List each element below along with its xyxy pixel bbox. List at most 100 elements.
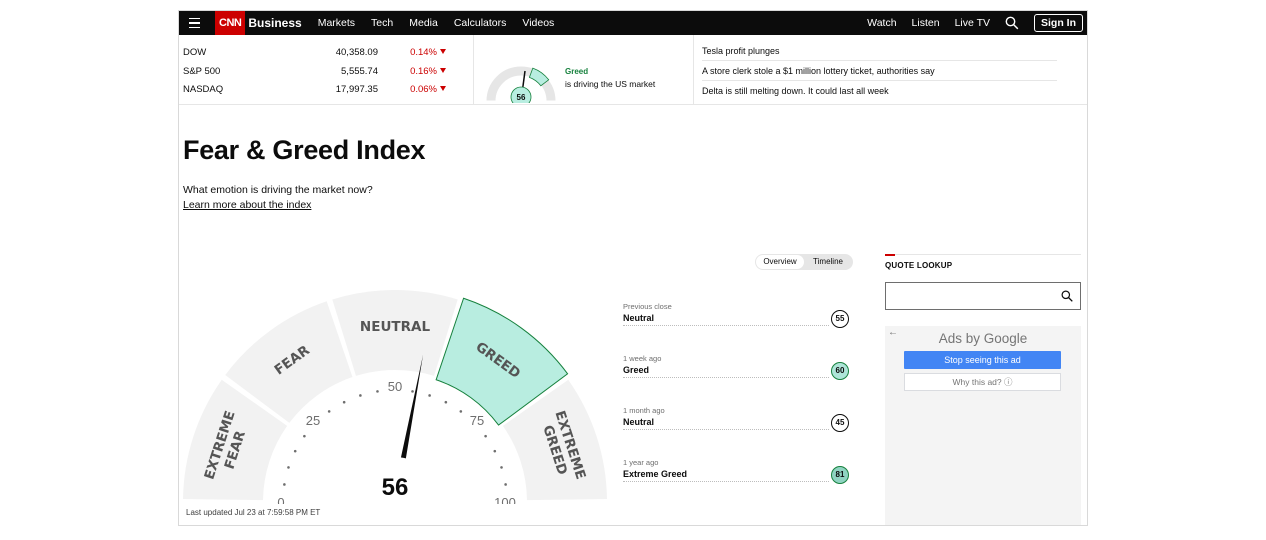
market-name: DOW <box>183 46 207 58</box>
history-label: 1 week ago <box>623 354 662 363</box>
history-rating: Greed <box>623 365 650 375</box>
ads-by-google: Ads by Google <box>938 331 1028 346</box>
dotted-leader <box>623 325 829 326</box>
gauge-tick-dot <box>459 410 463 413</box>
mini-gauge-value: 56 <box>517 93 526 102</box>
toggle-overview[interactable]: Overview <box>756 255 804 269</box>
nav-link-videos[interactable]: Videos <box>522 17 554 29</box>
headline-link[interactable]: Tesla profit plunges <box>702 41 1057 61</box>
down-arrow-icon <box>440 86 446 92</box>
gauge-segment-label: NEUTRAL <box>360 319 431 335</box>
market-row-nasdaq[interactable]: NASDAQ 17,997.35 0.06% <box>183 80 453 98</box>
history-label: Previous close <box>623 302 672 311</box>
gauge-tick-dot <box>287 466 290 469</box>
stop-seeing-ad-button[interactable]: Stop seeing this ad <box>904 351 1061 369</box>
gauge-tick-dot <box>359 394 362 397</box>
gauge-tick-label: 25 <box>306 413 320 428</box>
nav-link-calculators[interactable]: Calculators <box>454 17 507 29</box>
down-arrow-icon <box>440 49 446 55</box>
nav-link-markets[interactable]: Markets <box>318 17 355 29</box>
history-item: 1 week ago Greed 60 <box>623 354 853 384</box>
history-label: 1 month ago <box>623 406 665 415</box>
toggle-timeline[interactable]: Timeline <box>804 255 852 269</box>
divider <box>693 35 694 105</box>
divider <box>895 254 1081 255</box>
market-row-sp500[interactable]: S&P 500 5,555.74 0.16% <box>183 62 453 80</box>
headline-link[interactable]: A store clerk stole a $1 million lottery… <box>702 61 1057 81</box>
dotted-leader <box>623 429 829 430</box>
mini-fear-greed-gauge[interactable]: 56 <box>483 51 559 103</box>
history-rating: Neutral <box>623 417 655 427</box>
gauge-segment-label-line: NEUTRAL <box>360 319 431 335</box>
page-frame: CNN Business Markets Tech Media Calculat… <box>178 10 1088 526</box>
market-change: 0.16% <box>378 66 446 77</box>
history-value-badge: 55 <box>831 310 849 328</box>
history-value-badge: 81 <box>831 466 849 484</box>
section-title[interactable]: Business <box>248 16 301 30</box>
sign-in-button[interactable]: Sign In <box>1034 14 1083 32</box>
search-icon[interactable] <box>1061 290 1073 302</box>
history-rating: Extreme Greed <box>623 469 688 479</box>
gauge-tick-label: 75 <box>470 413 484 428</box>
market-change: 0.06% <box>378 84 446 95</box>
market-name: NASDAQ <box>183 83 224 95</box>
gauge-tick-dot <box>293 449 297 453</box>
learn-more-link[interactable]: Learn more about the index <box>183 199 311 211</box>
market-row-dow[interactable]: DOW 40,358.09 0.14% <box>183 43 453 61</box>
market-change: 0.14% <box>378 47 446 58</box>
divider <box>473 35 474 105</box>
nav-link-listen[interactable]: Listen <box>912 17 940 29</box>
gauge-tick-dot <box>484 434 487 438</box>
history-label: 1 year ago <box>623 458 659 467</box>
view-toggle: Overview Timeline <box>755 254 853 270</box>
nav-link-tech[interactable]: Tech <box>371 17 393 29</box>
quote-lookup-title: QUOTE LOOKUP <box>885 261 953 270</box>
dotted-leader <box>623 377 829 378</box>
quote-lookup-input[interactable] <box>885 282 1081 310</box>
page-subtitle: What emotion is driving the market now? <box>183 184 373 196</box>
history-rating: Neutral <box>623 313 655 323</box>
market-value: 40,358.09 <box>335 46 378 58</box>
gauge-tick-dot <box>411 390 414 393</box>
gauge-tick-dot <box>428 394 431 397</box>
market-value: 5,555.74 <box>341 65 378 77</box>
search-icon[interactable] <box>1005 16 1019 30</box>
history-value-badge: 60 <box>831 362 849 380</box>
markets-strip: DOW 40,358.09 0.14% S&P 500 5,555.74 0.1… <box>179 35 1087 105</box>
gauge-tick-label: 50 <box>388 379 402 394</box>
fear-greed-gauge: EXTREMEFEARFEARNEUTRALGREEDEXTREMEGREED0… <box>183 290 607 504</box>
gauge-tick-dot <box>283 483 286 486</box>
mini-gauge-label: Greed <box>565 67 589 76</box>
gauge-tick-label: 0 <box>277 495 284 504</box>
gauge-tick-dot <box>444 400 448 404</box>
history-item: 1 month ago Neutral 45 <box>623 406 853 436</box>
hamburger-menu-icon[interactable] <box>183 11 205 35</box>
nav-link-media[interactable]: Media <box>409 17 438 29</box>
market-name: S&P 500 <box>183 65 221 77</box>
nav-right: Watch Listen Live TV Sign In <box>867 14 1087 32</box>
mini-gauge-description: is driving the US market <box>565 79 656 89</box>
gauge-tick-dot <box>327 410 331 413</box>
gauge-tick-dot <box>493 449 497 453</box>
history-item: 1 year ago Extreme Greed 81 <box>623 458 853 488</box>
gauge-tick-label: 100 <box>494 495 516 504</box>
gauge-tick-dot <box>504 483 507 486</box>
section-accent <box>885 254 895 256</box>
last-updated: Last updated Jul 23 at 7:59:58 PM ET <box>186 508 321 517</box>
market-value: 17,997.35 <box>335 83 378 95</box>
page-title: Fear & Greed Index <box>183 135 426 165</box>
top-nav: CNN Business Markets Tech Media Calculat… <box>179 11 1087 35</box>
gauge-tick-dot <box>500 466 503 469</box>
why-this-ad-button[interactable]: Why this ad? ⓘ <box>904 373 1061 391</box>
down-arrow-icon <box>440 68 446 74</box>
history-value-badge: 45 <box>831 414 849 432</box>
gauge-tick-dot <box>342 400 346 404</box>
nav-link-live-tv[interactable]: Live TV <box>955 17 990 29</box>
headline-link[interactable]: Delta is still melting down. It could la… <box>702 81 1057 101</box>
cnn-logo[interactable]: CNN <box>215 11 246 35</box>
dotted-leader <box>623 481 829 482</box>
history-item: Previous close Neutral 55 <box>623 302 853 332</box>
gauge-value: 56 <box>382 474 409 501</box>
gauge-tick-dot <box>303 434 306 438</box>
nav-link-watch[interactable]: Watch <box>867 17 896 29</box>
